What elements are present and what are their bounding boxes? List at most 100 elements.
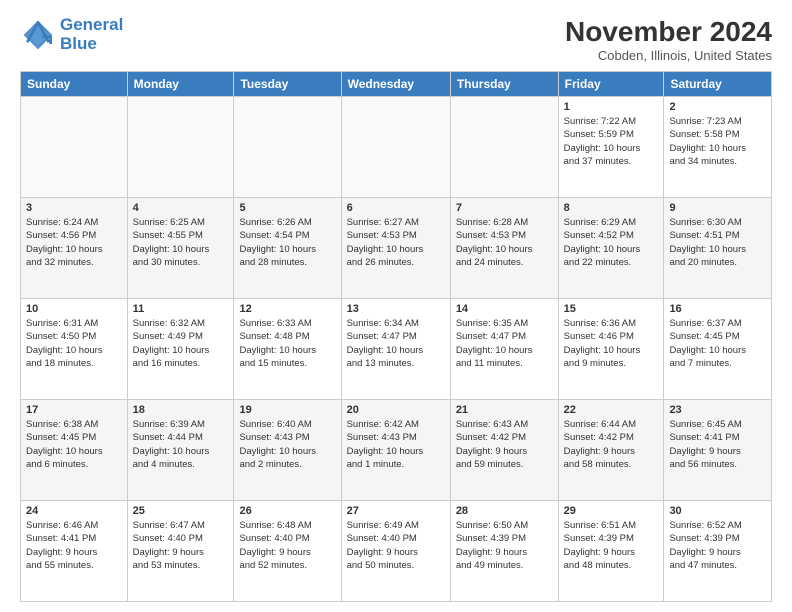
- day-detail: Sunrise: 6:37 AM Sunset: 4:45 PM Dayligh…: [669, 317, 766, 370]
- day-cell: 13 Sunrise: 6:34 AM Sunset: 4:47 PM Dayli…: [341, 299, 450, 400]
- day-detail: Sunrise: 6:26 AM Sunset: 4:54 PM Dayligh…: [239, 216, 335, 269]
- day-detail: Sunrise: 6:29 AM Sunset: 4:52 PM Dayligh…: [564, 216, 659, 269]
- day-cell: 22Sunrise: 6:44 AM Sunset: 4:42 PM Dayli…: [558, 400, 664, 501]
- day-detail: Sunrise: 6:46 AM Sunset: 4:41 PM Dayligh…: [26, 519, 122, 572]
- week-row-2: 10 Sunrise: 6:31 AM Sunset: 4:50 PM Dayli…: [21, 299, 772, 400]
- day-detail: Sunrise: 6:39 AM Sunset: 4:44 PM Dayligh…: [133, 418, 229, 471]
- day-cell: 6 Sunrise: 6:27 AM Sunset: 4:53 PM Daylig…: [341, 198, 450, 299]
- day-cell: 9Sunrise: 6:30 AM Sunset: 4:51 PM Daylig…: [664, 198, 772, 299]
- header: General Blue November 2024 Cobden, Illin…: [20, 16, 772, 63]
- day-detail: Sunrise: 6:31 AM Sunset: 4:50 PM Dayligh…: [26, 317, 122, 370]
- day-cell: [450, 97, 558, 198]
- day-cell: 27 Sunrise: 6:49 AM Sunset: 4:40 PM Dayli…: [341, 501, 450, 602]
- col-header-friday: Friday: [558, 72, 664, 97]
- day-number: 4: [133, 202, 229, 214]
- day-detail: Sunrise: 6:36 AM Sunset: 4:46 PM Dayligh…: [564, 317, 659, 370]
- day-detail: Sunrise: 6:33 AM Sunset: 4:48 PM Dayligh…: [239, 317, 335, 370]
- calendar-header-row: SundayMondayTuesdayWednesdayThursdayFrid…: [21, 72, 772, 97]
- day-cell: 4Sunrise: 6:25 AM Sunset: 4:55 PM Daylig…: [127, 198, 234, 299]
- day-number: 13: [347, 303, 445, 315]
- day-cell: 25 Sunrise: 6:47 AM Sunset: 4:40 PM Dayli…: [127, 501, 234, 602]
- week-row-1: 3Sunrise: 6:24 AM Sunset: 4:56 PM Daylig…: [21, 198, 772, 299]
- day-cell: 1 Sunrise: 7:22 AM Sunset: 5:59 PM Daylig…: [558, 97, 664, 198]
- day-number: 6: [347, 202, 445, 214]
- day-detail: Sunrise: 7:22 AM Sunset: 5:59 PM Dayligh…: [564, 115, 659, 168]
- day-detail: Sunrise: 6:43 AM Sunset: 4:42 PM Dayligh…: [456, 418, 553, 471]
- day-number: 12: [239, 303, 335, 315]
- day-number: 8: [564, 202, 659, 214]
- day-cell: 18Sunrise: 6:39 AM Sunset: 4:44 PM Dayli…: [127, 400, 234, 501]
- day-detail: Sunrise: 6:38 AM Sunset: 4:45 PM Dayligh…: [26, 418, 122, 471]
- day-detail: Sunrise: 6:47 AM Sunset: 4:40 PM Dayligh…: [133, 519, 229, 572]
- page: General Blue November 2024 Cobden, Illin…: [0, 0, 792, 612]
- day-number: 1: [564, 101, 659, 113]
- day-number: 25: [133, 505, 229, 517]
- day-number: 23: [669, 404, 766, 416]
- day-number: 10: [26, 303, 122, 315]
- day-number: 17: [26, 404, 122, 416]
- day-detail: Sunrise: 6:49 AM Sunset: 4:40 PM Dayligh…: [347, 519, 445, 572]
- day-detail: Sunrise: 6:40 AM Sunset: 4:43 PM Dayligh…: [239, 418, 335, 471]
- day-cell: 17 Sunrise: 6:38 AM Sunset: 4:45 PM Dayli…: [21, 400, 128, 501]
- week-row-3: 17 Sunrise: 6:38 AM Sunset: 4:45 PM Dayli…: [21, 400, 772, 501]
- day-detail: Sunrise: 6:52 AM Sunset: 4:39 PM Dayligh…: [669, 519, 766, 572]
- day-cell: 29 Sunrise: 6:51 AM Sunset: 4:39 PM Dayli…: [558, 501, 664, 602]
- day-cell: 12 Sunrise: 6:33 AM Sunset: 4:48 PM Dayli…: [234, 299, 341, 400]
- day-cell: 19 Sunrise: 6:40 AM Sunset: 4:43 PM Dayli…: [234, 400, 341, 501]
- day-number: 9: [669, 202, 766, 214]
- day-number: 5: [239, 202, 335, 214]
- day-detail: Sunrise: 6:27 AM Sunset: 4:53 PM Dayligh…: [347, 216, 445, 269]
- logo-general: General: [60, 15, 123, 34]
- day-cell: 28Sunrise: 6:50 AM Sunset: 4:39 PM Dayli…: [450, 501, 558, 602]
- day-detail: Sunrise: 6:51 AM Sunset: 4:39 PM Dayligh…: [564, 519, 659, 572]
- col-header-wednesday: Wednesday: [341, 72, 450, 97]
- day-number: 28: [456, 505, 553, 517]
- day-cell: 16Sunrise: 6:37 AM Sunset: 4:45 PM Dayli…: [664, 299, 772, 400]
- day-number: 26: [239, 505, 335, 517]
- day-detail: Sunrise: 7:23 AM Sunset: 5:58 PM Dayligh…: [669, 115, 766, 168]
- day-detail: Sunrise: 6:45 AM Sunset: 4:41 PM Dayligh…: [669, 418, 766, 471]
- day-detail: Sunrise: 6:34 AM Sunset: 4:47 PM Dayligh…: [347, 317, 445, 370]
- main-title: November 2024: [565, 16, 772, 48]
- day-detail: Sunrise: 6:24 AM Sunset: 4:56 PM Dayligh…: [26, 216, 122, 269]
- day-detail: Sunrise: 6:42 AM Sunset: 4:43 PM Dayligh…: [347, 418, 445, 471]
- day-detail: Sunrise: 6:32 AM Sunset: 4:49 PM Dayligh…: [133, 317, 229, 370]
- day-cell: [21, 97, 128, 198]
- day-number: 19: [239, 404, 335, 416]
- subtitle: Cobden, Illinois, United States: [565, 48, 772, 63]
- day-cell: 26 Sunrise: 6:48 AM Sunset: 4:40 PM Dayli…: [234, 501, 341, 602]
- day-cell: 10 Sunrise: 6:31 AM Sunset: 4:50 PM Dayli…: [21, 299, 128, 400]
- day-cell: 3Sunrise: 6:24 AM Sunset: 4:56 PM Daylig…: [21, 198, 128, 299]
- day-cell: 14Sunrise: 6:35 AM Sunset: 4:47 PM Dayli…: [450, 299, 558, 400]
- logo-blue-text: Blue: [60, 34, 97, 53]
- day-number: 2: [669, 101, 766, 113]
- day-number: 24: [26, 505, 122, 517]
- day-cell: 15 Sunrise: 6:36 AM Sunset: 4:46 PM Dayli…: [558, 299, 664, 400]
- day-number: 30: [669, 505, 766, 517]
- day-detail: Sunrise: 6:48 AM Sunset: 4:40 PM Dayligh…: [239, 519, 335, 572]
- day-number: 15: [564, 303, 659, 315]
- day-cell: 5 Sunrise: 6:26 AM Sunset: 4:54 PM Daylig…: [234, 198, 341, 299]
- day-number: 27: [347, 505, 445, 517]
- col-header-saturday: Saturday: [664, 72, 772, 97]
- col-header-tuesday: Tuesday: [234, 72, 341, 97]
- day-cell: [341, 97, 450, 198]
- logo-icon: [20, 17, 56, 53]
- col-header-sunday: Sunday: [21, 72, 128, 97]
- day-number: 22: [564, 404, 659, 416]
- day-cell: 21Sunrise: 6:43 AM Sunset: 4:42 PM Dayli…: [450, 400, 558, 501]
- day-number: 11: [133, 303, 229, 315]
- day-detail: Sunrise: 6:35 AM Sunset: 4:47 PM Dayligh…: [456, 317, 553, 370]
- day-cell: 7Sunrise: 6:28 AM Sunset: 4:53 PM Daylig…: [450, 198, 558, 299]
- col-header-thursday: Thursday: [450, 72, 558, 97]
- day-cell: 2 Sunrise: 7:23 AM Sunset: 5:58 PM Daylig…: [664, 97, 772, 198]
- day-number: 29: [564, 505, 659, 517]
- day-detail: Sunrise: 6:28 AM Sunset: 4:53 PM Dayligh…: [456, 216, 553, 269]
- week-row-4: 24 Sunrise: 6:46 AM Sunset: 4:41 PM Dayli…: [21, 501, 772, 602]
- calendar-table: SundayMondayTuesdayWednesdayThursdayFrid…: [20, 71, 772, 602]
- day-number: 20: [347, 404, 445, 416]
- day-cell: [234, 97, 341, 198]
- day-cell: 8 Sunrise: 6:29 AM Sunset: 4:52 PM Daylig…: [558, 198, 664, 299]
- day-cell: 20 Sunrise: 6:42 AM Sunset: 4:43 PM Dayli…: [341, 400, 450, 501]
- day-cell: [127, 97, 234, 198]
